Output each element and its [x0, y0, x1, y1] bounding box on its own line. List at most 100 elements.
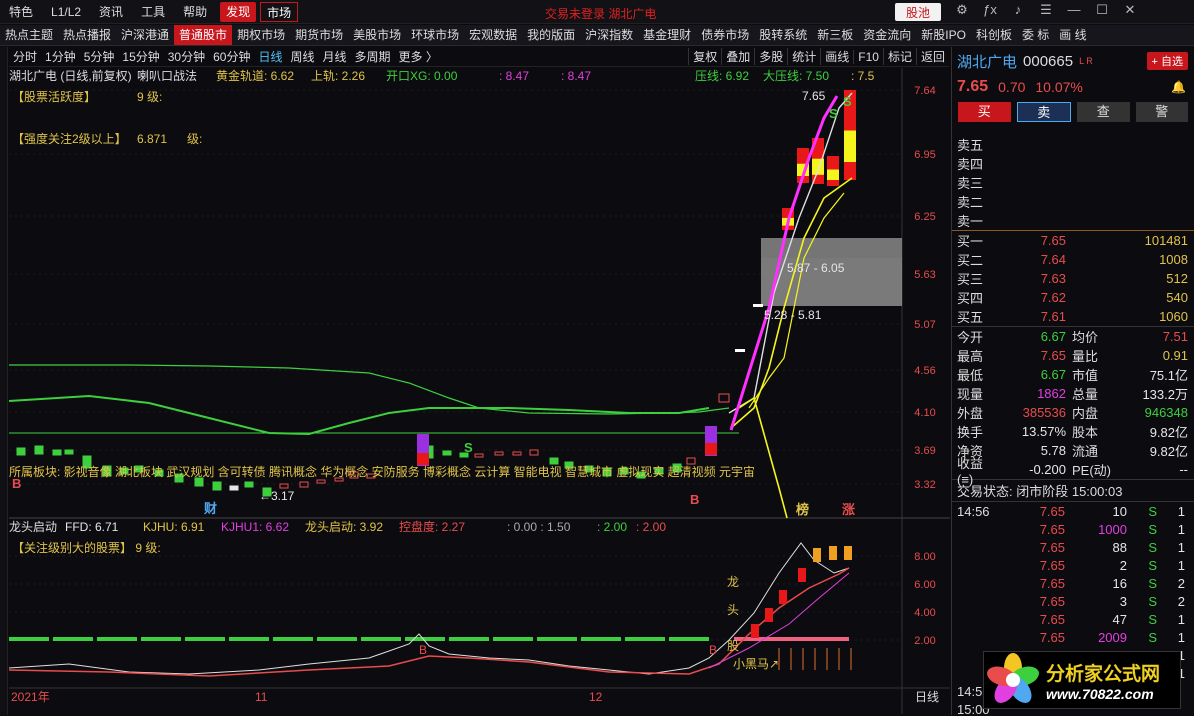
trade-action-button[interactable]: 买	[958, 102, 1011, 122]
bid-label: 买二	[957, 253, 984, 268]
bid-label: 买一	[957, 234, 984, 249]
nav-item[interactable]: 美股市场	[348, 25, 406, 45]
menu-tab[interactable]: 发现	[220, 1, 257, 22]
tick-row: 14:56 7.65 10 S 1	[952, 502, 1194, 520]
fx-icon[interactable]: ƒx	[978, 2, 1002, 18]
kline-chart[interactable]: 7.64 6.95 6.25 5.63 5.07 4.56 4.10 3.69 3.32 湖北广电…	[9, 68, 950, 714]
nav-item[interactable]: 股转系统	[754, 25, 812, 45]
nav-item[interactable]: 普通股市	[174, 25, 233, 45]
tool-button[interactable]: 画线	[820, 48, 853, 65]
note-text: 【股票活跃度】	[12, 89, 96, 104]
indicator-value: 大压线: 7.50	[763, 69, 829, 83]
period-tab[interactable]: 15分钟	[118, 48, 163, 65]
ask-label: 卖五	[957, 138, 984, 153]
nav-item[interactable]: 沪深港通	[116, 25, 174, 45]
indicator-value: 开口XG: 0.00	[386, 69, 458, 83]
sub-bar	[765, 608, 773, 622]
tick-volume: 1000	[1098, 521, 1127, 537]
indicator-value: 上轨: 2.26	[311, 69, 365, 83]
tick-row: 7.65 2009 S 1	[952, 628, 1194, 646]
period-tab[interactable]: 1分钟	[41, 48, 80, 65]
nav-item[interactable]: 期权市场	[232, 25, 290, 45]
close-icon[interactable]: ✕	[1118, 2, 1142, 18]
bell-icon[interactable]: 🔔	[1171, 80, 1186, 94]
stock-code: 000665	[1023, 52, 1074, 70]
period-tab[interactable]: 日线	[254, 48, 286, 65]
candle-red	[705, 443, 717, 455]
tool-button[interactable]: F10	[853, 49, 883, 64]
nav-item[interactable]: 环球市场	[406, 25, 464, 45]
menu-tab[interactable]: 市场	[260, 1, 299, 22]
menu-item[interactable]: 特色	[0, 0, 42, 24]
menu-item[interactable]: L1/L2	[42, 0, 90, 24]
stat-key: 内盘	[1072, 406, 1099, 421]
candle	[753, 304, 763, 307]
add-watchlist-button[interactable]: + 自选	[1146, 52, 1188, 70]
nav-item[interactable]: 科创板	[971, 25, 1017, 45]
menu-item[interactable]: 帮助	[174, 0, 216, 24]
sub-indicator-value: : 2.00	[636, 520, 666, 534]
y-tick-label: 6.95	[914, 149, 935, 161]
tick-side: S	[1148, 503, 1157, 519]
nav-item[interactable]: 基金理财	[638, 25, 696, 45]
signal-marker: S	[464, 440, 473, 455]
menu-item[interactable]: 资讯	[90, 0, 132, 24]
nav-item[interactable]: 新三板	[812, 25, 858, 45]
stat-value: 5.78	[1040, 443, 1066, 458]
tick-side: S	[1148, 611, 1157, 627]
nav-item[interactable]: 热点主题	[0, 25, 58, 45]
sub-bar	[779, 590, 787, 604]
nav-item[interactable]: 新股IPO	[916, 25, 971, 45]
candle-yellow	[812, 158, 824, 175]
trade-action-button[interactable]: 警	[1135, 102, 1188, 122]
nav-item[interactable]: 宏观数据	[464, 25, 522, 45]
nav-item[interactable]: 热点播报	[58, 25, 116, 45]
stat-key: 外盘	[957, 406, 984, 421]
sound-icon[interactable]: ♪	[1006, 2, 1030, 18]
ask-label: 卖一	[957, 214, 984, 229]
signal-marker: S	[829, 106, 838, 121]
stat-value: -0.200	[1029, 462, 1066, 477]
y-tick-label: 5.63	[914, 269, 935, 281]
nav-item[interactable]: 沪深指数	[580, 25, 638, 45]
period-tab[interactable]: 多周期	[351, 48, 395, 65]
period-tab[interactable]: 月线	[319, 48, 351, 65]
period-tab[interactable]: 周线	[286, 48, 318, 65]
nav-item[interactable]: 画 线	[1054, 25, 1091, 45]
gu-chi-label: 股池	[905, 5, 930, 20]
tool-button[interactable]: 统计	[787, 48, 820, 65]
price-change: 0.70	[998, 79, 1026, 95]
tick-price: 7.65	[1039, 575, 1065, 591]
indicator-value: : 7.5	[851, 69, 875, 83]
gear-icon[interactable]: ⚙	[950, 2, 974, 18]
signal-marker: 榜	[796, 502, 809, 517]
nav-item[interactable]: 资金流向	[858, 25, 916, 45]
period-tab[interactable]: 30分钟	[164, 48, 209, 65]
tool-button[interactable]: 返回	[915, 48, 949, 65]
period-tab[interactable]: 分时	[9, 48, 41, 65]
tool-button[interactable]: 标记	[882, 48, 916, 65]
settings-icon[interactable]: ☰	[1034, 2, 1058, 18]
menu-item[interactable]: 工具	[132, 0, 174, 24]
period-tab[interactable]: 60分钟	[209, 48, 254, 65]
stat-value: --	[1179, 462, 1188, 477]
tool-button[interactable]: 复权	[688, 48, 721, 65]
minimize-icon[interactable]: —	[1062, 2, 1086, 18]
gu-chi-button[interactable]: 股池	[895, 3, 941, 21]
stat-value: 13.57%	[1021, 424, 1066, 439]
nav-item[interactable]: 期货市场	[290, 25, 348, 45]
tick-side: S	[1148, 539, 1157, 555]
bid-price: 7.65	[1040, 233, 1066, 248]
trade-action-button[interactable]: 查	[1077, 102, 1130, 122]
nav-item[interactable]: 我的版面	[522, 25, 580, 45]
nav-item[interactable]: 委 标	[1017, 25, 1054, 45]
tool-button[interactable]: 叠加	[721, 48, 754, 65]
period-tab[interactable]: 5分钟	[80, 48, 119, 65]
period-tab[interactable]: 更多 〉	[395, 48, 442, 65]
trade-action-button[interactable]: 卖	[1016, 102, 1071, 122]
indicator-value: 黄金轨道: 6.62	[216, 68, 294, 83]
nav-item[interactable]: 债券市场	[696, 25, 754, 45]
maximize-icon[interactable]: ☐	[1090, 2, 1114, 18]
tool-button[interactable]: 多股	[754, 48, 787, 65]
candle	[16, 447, 26, 456]
